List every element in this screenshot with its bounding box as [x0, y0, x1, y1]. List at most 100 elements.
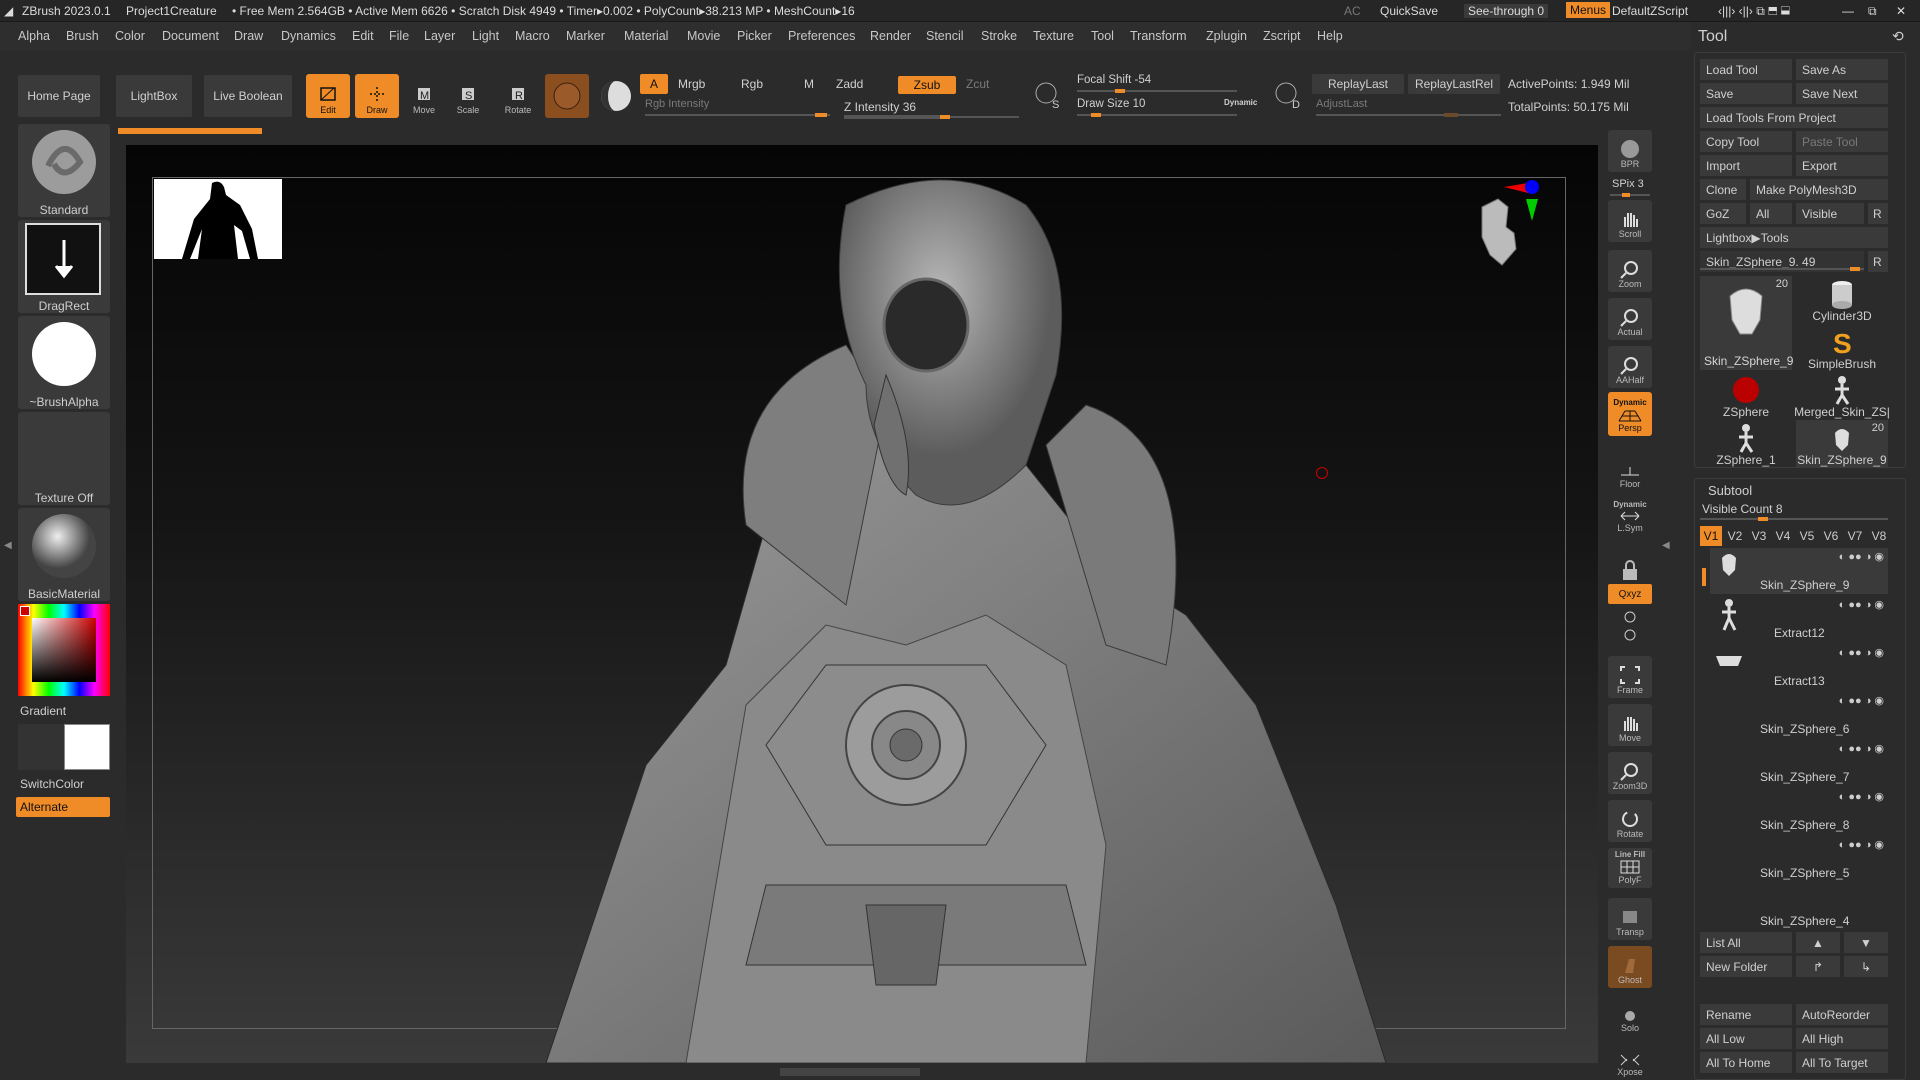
tool-thumb-merged-skin[interactable]: Merged_Skin_ZS| — [1794, 372, 1890, 419]
version-v3[interactable]: V3 — [1748, 526, 1770, 546]
stroke-dragrect-button[interactable]: DragRect — [18, 220, 110, 313]
rotate-axis-buttons[interactable] — [1608, 608, 1652, 648]
menu-dynamics[interactable]: Dynamics — [281, 29, 336, 43]
menu-zplugin[interactable]: Zplugin — [1206, 29, 1247, 43]
subtool-item[interactable]: ◐ ●● ◑ ◉ Skin_ZSphere_8 — [1710, 788, 1888, 834]
menu-material[interactable]: Material — [624, 29, 668, 43]
visibility-eye-icon[interactable]: ◐ ●● ◑ ◉ — [1839, 838, 1884, 851]
save-button[interactable]: Save — [1700, 83, 1792, 104]
material-basic-button[interactable]: BasicMaterial — [18, 508, 110, 601]
menu-light[interactable]: Light — [472, 29, 499, 43]
bpr-button[interactable]: BPR — [1608, 130, 1652, 172]
version-v1[interactable]: V1 — [1700, 526, 1722, 546]
move-up-arrow-icon[interactable]: ▲ — [1796, 932, 1840, 953]
zoom3d-button[interactable]: Zoom3D — [1608, 752, 1652, 794]
zsub-toggle[interactable]: Zsub — [898, 76, 956, 94]
subtool-item[interactable]: ◐ ●● ◑ ◉ Skin_ZSphere_5 — [1710, 836, 1888, 882]
color-picker[interactable] — [18, 604, 110, 696]
menu-brush[interactable]: Brush — [66, 29, 99, 43]
tool-thumb-cylinder3d[interactable]: Cylinder3D — [1796, 276, 1888, 323]
tool-thumb-skin-zsphere-9-b[interactable]: 20 Skin_ZSphere_9 — [1796, 420, 1888, 467]
scroll-button[interactable]: Scroll — [1608, 200, 1652, 242]
visibility-eye-icon[interactable]: ◐ ●● ◑ ◉ — [1839, 790, 1884, 803]
menu-macro[interactable]: Macro — [515, 29, 550, 43]
a-toggle[interactable]: A — [640, 74, 668, 94]
visible-count-track[interactable] — [1700, 517, 1888, 521]
menu-movie[interactable]: Movie — [687, 29, 720, 43]
list-all-button[interactable]: List All — [1700, 932, 1792, 953]
draw-mode-button[interactable]: Draw — [355, 74, 399, 118]
autoreorder-button[interactable]: AutoReorder — [1796, 1004, 1888, 1025]
menu-layer[interactable]: Layer — [424, 29, 455, 43]
version-v6[interactable]: V6 — [1820, 526, 1842, 546]
menu-edit[interactable]: Edit — [352, 29, 374, 43]
brush-standard-button[interactable]: Standard — [18, 124, 110, 217]
viewport-canvas[interactable] — [126, 145, 1598, 1063]
menu-zscript[interactable]: Zscript — [1263, 29, 1301, 43]
paste-tool-button[interactable]: Paste Tool — [1796, 131, 1888, 152]
panel-close-icon[interactable]: ⟲ — [1892, 28, 1904, 45]
zoom-button[interactable]: Zoom — [1608, 250, 1652, 292]
ghost-button[interactable]: Ghost — [1608, 946, 1652, 988]
subtool-title[interactable]: Subtool — [1708, 483, 1752, 498]
adjust-last-slider[interactable]: AdjustLast — [1316, 98, 1367, 110]
tool-thumb-zsphere-1[interactable]: ZSphere_1 — [1700, 420, 1792, 467]
load-tools-from-project-button[interactable]: Load Tools From Project — [1700, 107, 1888, 128]
version-v4[interactable]: V4 — [1772, 526, 1794, 546]
menu-picker[interactable]: Picker — [737, 29, 772, 43]
version-v8[interactable]: V8 — [1868, 526, 1890, 546]
subtool-item[interactable]: ◐ ●● ◑ ◉ Skin_ZSphere_9 — [1710, 548, 1888, 594]
switch-color-button[interactable]: SwitchColor — [20, 777, 84, 791]
focal-shift-track[interactable] — [1077, 89, 1237, 93]
subtool-item[interactable]: ◐ ●● ◑ ◉ Skin_ZSphere_6 — [1710, 692, 1888, 738]
menu-marker[interactable]: Marker — [566, 29, 605, 43]
rename-button[interactable]: Rename — [1700, 1004, 1792, 1025]
brush-alpha-button[interactable]: ~BrushAlpha — [18, 316, 110, 409]
draw-size-slider[interactable]: Draw Size 10 — [1077, 98, 1145, 110]
goz-r-button[interactable]: R — [1868, 203, 1888, 224]
collapse-left-arrow-icon[interactable]: ◀ — [4, 540, 12, 560]
subtool-scrollbar[interactable] — [1702, 568, 1706, 586]
menu-draw[interactable]: Draw — [234, 29, 263, 43]
all-low-button[interactable]: All Low — [1700, 1028, 1792, 1049]
visibility-eye-icon[interactable]: ◐ ●● ◑ ◉ — [1839, 694, 1884, 707]
minimize-icon[interactable]: — — [1842, 4, 1854, 18]
goz-visible-button[interactable]: Visible — [1796, 203, 1864, 224]
tool-thumb-simplebrush[interactable]: S SimpleBrush — [1796, 324, 1888, 371]
move-mode-button[interactable]: M Move — [404, 74, 444, 118]
menu-transform[interactable]: Transform — [1130, 29, 1187, 43]
subtool-item[interactable]: Skin_ZSphere_4 — [1710, 884, 1888, 930]
draw-size-track[interactable] — [1077, 113, 1237, 117]
zadd-toggle[interactable]: Zadd — [836, 77, 863, 91]
new-folder-button[interactable]: New Folder — [1700, 956, 1792, 977]
polyf-button[interactable]: Line Fill PolyF — [1608, 848, 1652, 888]
rotate-view-button[interactable]: Rotate — [1608, 800, 1652, 842]
visibility-eye-icon[interactable]: ◐ ●● ◑ ◉ — [1839, 550, 1884, 563]
all-to-home-button[interactable]: All To Home — [1700, 1052, 1792, 1073]
all-high-button[interactable]: All High — [1796, 1028, 1888, 1049]
menu-tool[interactable]: Tool — [1091, 29, 1114, 43]
goz-button[interactable]: GoZ — [1700, 203, 1746, 224]
z-intensity-slider[interactable]: Z Intensity 36 — [844, 100, 916, 114]
corner-arrow-icon[interactable]: ↳ — [1844, 956, 1888, 977]
version-v2[interactable]: V2 — [1724, 526, 1746, 546]
menu-preferences[interactable]: Preferences — [788, 29, 855, 43]
visibility-eye-icon[interactable]: ◐ ●● ◑ ◉ — [1839, 598, 1884, 611]
tool-thumb-skin-zsphere-9[interactable]: 20 Skin_ZSphere_9 — [1700, 276, 1793, 370]
frame-button[interactable]: Frame — [1608, 656, 1652, 698]
focal-shift-slider[interactable]: Focal Shift -54 — [1077, 74, 1151, 86]
dynamic-size-toggle[interactable]: Dynamic — [1224, 98, 1257, 107]
visible-count-slider[interactable]: Visible Count 8 — [1702, 502, 1783, 516]
texture-off-button[interactable]: Texture Off — [18, 412, 110, 505]
all-to-target-button[interactable]: All To Target — [1796, 1052, 1888, 1073]
rgb-intensity-track[interactable] — [645, 113, 830, 117]
solo-button[interactable]: Solo — [1608, 994, 1652, 1036]
save-as-button[interactable]: Save As — [1796, 59, 1888, 80]
import-button[interactable]: Import — [1700, 155, 1792, 176]
move-view-button[interactable]: Move — [1608, 704, 1652, 746]
live-boolean-button[interactable]: Live Boolean — [204, 75, 292, 117]
persp-button[interactable]: Dynamic Persp — [1608, 392, 1652, 436]
d-pivot-button[interactable]: D — [1274, 80, 1302, 111]
gradient-label[interactable]: Gradient — [20, 704, 66, 718]
tool-thumb-zsphere[interactable]: ZSphere — [1700, 372, 1792, 419]
